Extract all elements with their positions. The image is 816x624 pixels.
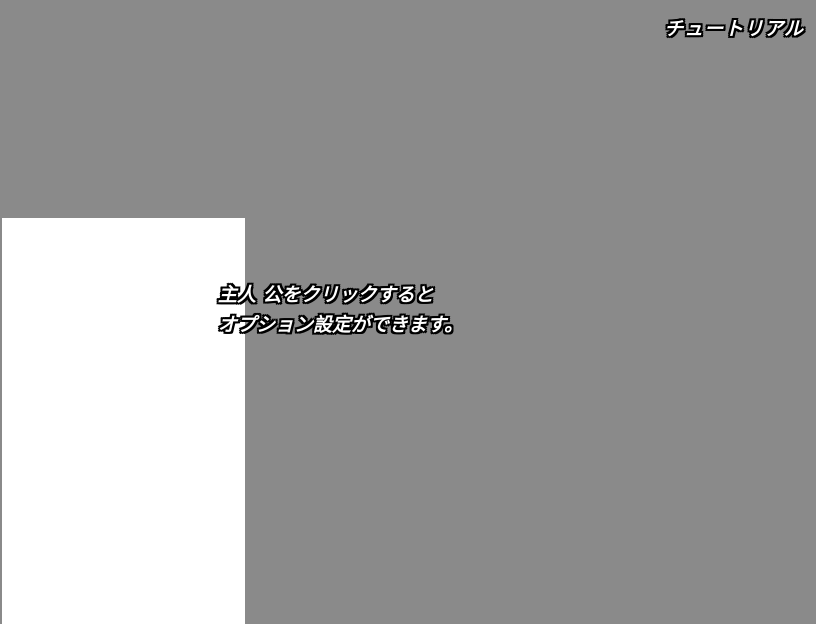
tutorial-hint-text: 主人 公をクリックすると オプション設定ができます。 xyxy=(218,280,463,340)
protagonist-highlight-area[interactable] xyxy=(2,218,245,624)
hint-line-2: オプション設定ができます。 xyxy=(218,314,464,336)
hint-line-1: 主人 公をクリックすると xyxy=(218,284,434,306)
tutorial-screen[interactable]: チュートリアル 主人 公をクリックすると オプション設定ができます。 xyxy=(0,0,816,624)
tutorial-title: チュートリアル xyxy=(664,18,804,40)
